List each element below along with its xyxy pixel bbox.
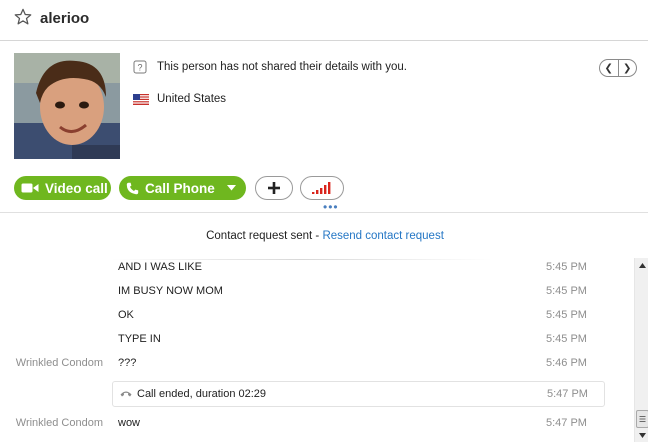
call-phone-label: Call Phone	[145, 180, 215, 196]
us-flag-icon	[133, 93, 149, 105]
message-sender: Wrinkled Condom	[15, 417, 103, 429]
message-time: 5:45 PM	[546, 261, 587, 273]
resend-request-link[interactable]: Resend contact request	[322, 230, 443, 242]
contact-name[interactable]: alerioo	[40, 10, 89, 27]
message-text: OK	[118, 309, 134, 321]
call-ended-time: 5:47 PM	[547, 388, 588, 400]
message-row: TYPE IN 5:45 PM	[0, 330, 634, 350]
scroll-up-arrow-icon[interactable]	[635, 258, 648, 272]
expand-profile-dots[interactable]: •••	[323, 201, 339, 213]
video-call-button[interactable]: Video call	[14, 176, 111, 200]
message-text: wow	[118, 417, 141, 429]
scroll-down-arrow-icon[interactable]	[635, 428, 648, 442]
add-button[interactable]	[255, 176, 293, 200]
message-row: OK 5:45 PM	[0, 306, 634, 326]
scroll-thumb[interactable]	[636, 410, 648, 428]
avatar[interactable]	[14, 53, 120, 159]
message-time: 5:45 PM	[546, 285, 587, 297]
chevron-right-icon[interactable]: ❯	[619, 60, 637, 76]
message-text: ???	[118, 357, 137, 369]
phone-hangup-icon	[120, 391, 132, 397]
plus-icon	[268, 182, 280, 194]
signal-bars-icon	[312, 182, 331, 194]
chevron-down-icon	[226, 185, 236, 191]
contact-request-notice: Contact request sent - Resend contact re…	[0, 230, 648, 242]
call-ended-event: Call ended, duration 02:29 5:47 PM	[112, 381, 605, 407]
message-text: TYPE IN	[118, 333, 161, 345]
chat-history: AND I WAS LIKE 5:45 PM IM BUSY NOW MOM 5…	[0, 256, 634, 442]
message-time: 5:46 PM	[546, 357, 587, 369]
video-call-label: Video call	[45, 180, 108, 196]
message-row: IM BUSY NOW MOM 5:45 PM	[0, 282, 634, 302]
message-row: Wrinkled Condom ??? 5:46 PM	[0, 354, 634, 374]
question-card-icon: ?	[133, 60, 147, 74]
video-camera-icon	[21, 183, 39, 193]
chevron-left-icon[interactable]: ❮	[600, 60, 619, 76]
svg-text:?: ?	[137, 63, 142, 73]
message-row: AND I WAS LIKE 5:45 PM	[0, 258, 634, 278]
call-phone-button[interactable]: Call Phone	[119, 176, 246, 200]
country-row: United States	[133, 93, 226, 105]
message-time: 5:45 PM	[546, 309, 587, 321]
call-quality-button[interactable]	[300, 176, 344, 200]
section-divider	[0, 212, 648, 213]
message-row: Wrinkled Condom wow 5:47 PM	[0, 414, 634, 434]
call-ended-text: Call ended, duration 02:29	[137, 388, 267, 400]
request-sent-text: Contact request sent -	[206, 230, 323, 242]
message-time: 5:45 PM	[546, 333, 587, 345]
call-options-dropdown[interactable]	[224, 176, 238, 200]
phone-icon	[126, 182, 139, 194]
message-sender: Wrinkled Condom	[15, 357, 103, 369]
country-label: United States	[157, 93, 227, 105]
chat-scrollbar[interactable]	[634, 258, 648, 442]
message-time: 5:47 PM	[546, 417, 587, 429]
profile-pager: ❮ ❯	[599, 59, 637, 77]
privacy-text: This person has not shared their details…	[157, 61, 407, 73]
privacy-notice: ? This person has not shared their detai…	[133, 60, 407, 74]
message-text: AND I WAS LIKE	[118, 261, 202, 273]
star-icon[interactable]	[14, 8, 32, 26]
chat-header: alerioo	[0, 0, 648, 41]
message-text: IM BUSY NOW MOM	[118, 285, 223, 297]
